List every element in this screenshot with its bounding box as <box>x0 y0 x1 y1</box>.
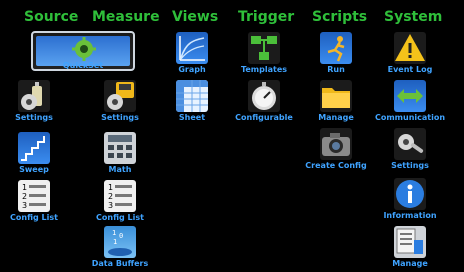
header-source: Source <box>24 9 79 25</box>
information-button[interactable]: Information <box>378 178 442 220</box>
header-system: System <box>384 9 443 25</box>
svg-text:1: 1 <box>112 229 116 237</box>
source-config-list-button[interactable]: 1 2 3 Config List <box>2 180 66 222</box>
configurable-button[interactable]: Configurable <box>232 80 296 122</box>
math-button[interactable]: Math <box>88 132 152 174</box>
run-button[interactable]: Run <box>304 32 368 74</box>
scripts-manage-label: Manage <box>318 113 354 122</box>
system-manage-icon <box>394 226 426 258</box>
sweep-button[interactable]: Sweep <box>2 132 66 174</box>
svg-text:2: 2 <box>108 192 113 201</box>
svg-text:3: 3 <box>22 201 27 210</box>
svg-text:2: 2 <box>22 192 27 201</box>
flowchart-icon <box>248 32 280 64</box>
create-config-button[interactable]: Create Config <box>304 128 368 170</box>
communication-label: Communication <box>374 113 446 122</box>
list-icon: 1 2 3 <box>18 180 50 212</box>
data-buffers-label: Data Buffers <box>91 259 149 268</box>
run-script-icon <box>320 32 352 64</box>
event-log-button[interactable]: Event Log <box>378 32 442 74</box>
measure-settings-icon <box>104 80 136 112</box>
measure-settings-button[interactable]: Settings <box>88 80 152 122</box>
sheet-button[interactable]: Sheet <box>160 80 224 122</box>
scripts-manage-button[interactable]: Manage <box>304 80 368 122</box>
camera-icon <box>320 128 352 160</box>
run-label: Run <box>327 65 345 74</box>
header-views: Views <box>172 9 219 25</box>
source-settings-button[interactable]: Settings <box>2 80 66 122</box>
data-buffers-icon: 1 0 1 <box>104 226 136 258</box>
info-icon <box>394 178 426 210</box>
source-settings-icon <box>18 80 50 112</box>
math-label: Math <box>108 165 132 174</box>
system-manage-button[interactable]: Manage <box>378 226 442 268</box>
communication-button[interactable]: Communication <box>375 80 445 122</box>
quickset-label: QuickSet <box>62 61 104 70</box>
header-trigger: Trigger <box>238 9 295 25</box>
folder-icon <box>320 80 352 112</box>
graph-icon <box>176 32 208 64</box>
svg-text:1: 1 <box>22 183 27 192</box>
list-icon: 1 2 3 <box>104 180 136 212</box>
stopwatch-icon <box>248 80 280 112</box>
header-scripts: Scripts <box>312 9 368 25</box>
header-measure: Measure <box>92 9 160 25</box>
system-settings-label: Settings <box>391 161 429 170</box>
sheet-icon <box>176 80 208 112</box>
warning-icon <box>394 32 426 64</box>
create-config-label: Create Config <box>305 161 367 170</box>
quickset-button[interactable]: QuickSet <box>31 31 135 71</box>
sweep-icon <box>18 132 50 164</box>
templates-button[interactable]: Templates <box>232 32 296 74</box>
information-label: Information <box>383 211 437 220</box>
gear-icon <box>72 37 96 61</box>
system-settings-button[interactable]: Settings <box>378 128 442 170</box>
svg-text:3: 3 <box>108 201 113 210</box>
event-log-label: Event Log <box>387 65 433 74</box>
measure-config-list-label: Config List <box>96 213 144 222</box>
svg-text:1: 1 <box>113 238 117 246</box>
source-config-list-label: Config List <box>10 213 58 222</box>
source-settings-label: Settings <box>15 113 53 122</box>
graph-button[interactable]: Graph <box>160 32 224 74</box>
svg-text:1: 1 <box>108 183 113 192</box>
measure-config-list-button[interactable]: 1 2 3 Config List <box>88 180 152 222</box>
svg-text:0: 0 <box>119 232 123 240</box>
data-buffers-button[interactable]: 1 0 1 Data Buffers <box>88 226 152 268</box>
sweep-label: Sweep <box>19 165 49 174</box>
calculator-icon <box>104 132 136 164</box>
two-way-arrow-icon <box>394 80 426 112</box>
system-manage-label: Manage <box>392 259 428 268</box>
wrench-gear-icon <box>394 128 426 160</box>
